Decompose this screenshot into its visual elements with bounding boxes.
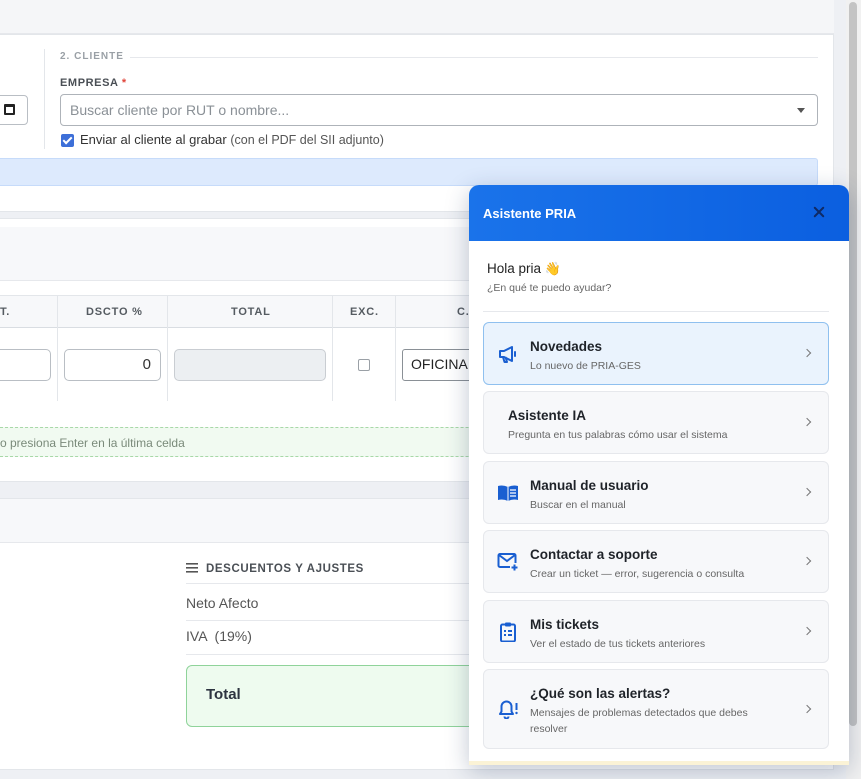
empresa-label: EMPRESA * — [60, 77, 127, 89]
column-divider — [44, 49, 45, 149]
chevron-right-icon — [802, 348, 812, 358]
option-subtitle: Crear un ticket — error, sugerencia o co… — [530, 568, 745, 580]
divider — [186, 583, 486, 584]
option-title: Asistente IA — [508, 408, 587, 423]
chevron-right-icon — [802, 487, 812, 497]
sliders-icon — [186, 563, 198, 573]
option-alertas[interactable]: ¿Qué son las alertas? Mensajes de proble… — [483, 669, 829, 749]
quantity-input[interactable] — [0, 349, 51, 381]
column-header-dscto: DSCTO % — [86, 306, 143, 318]
option-subtitle: Ver el estado de tus tickets anteriores — [530, 638, 706, 650]
chevron-right-icon — [802, 626, 812, 636]
column-separator — [395, 295, 396, 401]
column-separator — [57, 295, 58, 401]
discount-value: 0 — [142, 356, 151, 373]
chevron-right-icon — [802, 417, 812, 427]
calendar-icon[interactable] — [4, 104, 15, 115]
send-to-client-sublabel: (con el PDF del SII adjunto) — [230, 133, 384, 147]
option-manual[interactable]: Manual de usuario Buscar en el manual — [483, 461, 829, 524]
date-input[interactable] — [0, 95, 28, 125]
option-subtitle: Buscar en el manual — [530, 499, 626, 511]
option-soporte[interactable]: Contactar a soporte Crear un ticket — er… — [483, 530, 829, 593]
top-strip — [0, 0, 834, 34]
chevron-right-icon — [802, 556, 812, 566]
panel-footer — [469, 761, 849, 765]
add-row-hint-text: o presiona Enter en la última celda — [0, 436, 185, 450]
option-title: ¿Qué son las alertas? — [530, 686, 671, 701]
option-subtitle: Pregunta en tus palabras cómo usar el si… — [508, 429, 728, 441]
option-title: Mis tickets — [530, 617, 600, 632]
chevron-down-icon[interactable] — [797, 108, 805, 113]
assistant-title: Asistente PRIA — [483, 206, 577, 221]
total-box: Total — [186, 665, 486, 727]
discount-input[interactable]: 0 — [64, 349, 161, 381]
greeting: Hola pria 👋 — [487, 261, 561, 276]
scrollbar-thumb[interactable] — [849, 2, 857, 726]
total-input — [174, 349, 326, 381]
section-title: 2. CLIENTE — [60, 51, 124, 62]
chevron-right-icon — [802, 704, 812, 714]
iva-label: IVA (19%) — [186, 628, 252, 644]
exento-checkbox[interactable] — [358, 359, 370, 371]
section-divider — [130, 57, 818, 58]
option-subtitle: Mensajes de problemas detectados que deb… — [530, 707, 748, 735]
option-title: Manual de usuario — [530, 478, 649, 493]
cost-center-value: OFICINA — [411, 356, 468, 372]
option-subtitle: Lo nuevo de PRIA-GES — [530, 360, 641, 372]
column-separator — [167, 295, 168, 401]
assistant-header: Asistente PRIA — [469, 185, 849, 241]
column-header-total: TOTAL — [231, 306, 271, 318]
wave-emoji: 👋 — [544, 261, 561, 276]
discounts-title: DESCUENTOS Y AJUSTES — [186, 563, 364, 575]
option-title: Novedades — [530, 339, 603, 354]
info-bar — [0, 158, 818, 186]
option-title: Contactar a soporte — [530, 547, 658, 562]
column-header-exc: EXC. — [350, 306, 379, 318]
divider — [483, 311, 829, 312]
option-mis-tickets[interactable]: Mis tickets Ver el estado de tus tickets… — [483, 600, 829, 663]
neto-afecto-label: Neto Afecto — [186, 595, 259, 611]
close-icon[interactable] — [811, 204, 827, 220]
divider — [186, 620, 486, 621]
required-mark: * — [121, 77, 127, 89]
client-search-placeholder: Buscar cliente por RUT o nombre... — [70, 102, 290, 118]
divider — [186, 654, 486, 655]
clipboard-list-icon — [500, 622, 516, 642]
megaphone-icon — [499, 346, 516, 363]
send-to-client-checkbox[interactable] — [61, 134, 74, 147]
mail-plus-icon — [497, 553, 519, 572]
option-asistente-ia[interactable]: Asistente IA Pregunta en tus palabras có… — [483, 391, 829, 454]
column-header-c: C. — [457, 306, 470, 318]
client-search-select[interactable]: Buscar cliente por RUT o nombre... — [60, 94, 818, 126]
column-separator — [332, 295, 333, 401]
option-novedades[interactable]: Novedades Lo nuevo de PRIA-GES — [483, 322, 829, 385]
column-header-cant: T. — [0, 306, 11, 318]
book-icon — [498, 485, 518, 501]
assistant-panel: Asistente PRIA Hola pria 👋 ¿En qué te pu… — [469, 185, 849, 765]
greeting-subtitle: ¿En qué te puedo ayudar? — [487, 282, 612, 294]
send-to-client-label[interactable]: Enviar al cliente al grabar (con el PDF … — [80, 132, 384, 147]
total-label: Total — [206, 686, 241, 703]
bell-alert-icon — [499, 700, 518, 719]
